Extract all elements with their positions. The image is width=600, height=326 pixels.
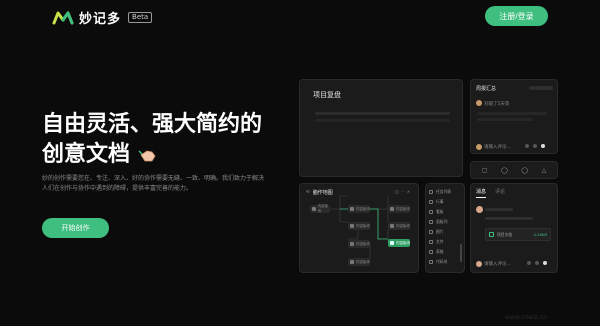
placeholder-line [477,112,547,115]
project-review-title: 项目复盘 [313,91,341,99]
scrollbar[interactable] [460,244,462,262]
toolbar-strip: ▢ ◯ ◯ △ [470,161,558,179]
messages-card[interactable]: 消息 评论 项目文档 4.28KB 请输入评论... [470,183,558,273]
image-icon [429,230,433,234]
placeholder-line [315,112,450,115]
clock-icon[interactable]: ◯ [501,167,508,174]
send-icon[interactable] [543,261,547,265]
watermark: www.cnwiz.cn [505,314,547,321]
user-icon[interactable]: ◯ [521,167,528,174]
menu-item-image[interactable]: 图片 [429,227,461,237]
avatar [476,100,482,106]
menu-item-table[interactable]: 表格 [429,247,461,257]
pointing-hand-icon [138,150,156,162]
attachment-size: 4.28KB [533,232,547,237]
menu-item-panel[interactable]: 面板列 [429,217,461,227]
menu-item-code[interactable]: 代码块 [429,257,461,267]
comment-input[interactable]: 请输入评论... [484,144,520,150]
mind-map-node[interactable]: 内容板块 [348,205,370,213]
mind-map-node[interactable]: 内容板块 [348,222,370,230]
board-icon [429,210,433,214]
tab-comments[interactable]: 评论 [495,188,505,198]
menu-item-file[interactable]: 文件 [429,237,461,247]
attach-icon[interactable] [533,144,537,148]
placeholder-line [477,118,533,121]
placeholder-line [315,119,450,122]
chat-icon[interactable]: ▢ [482,167,488,174]
mind-map-card[interactable]: ⟲ 脑作地图 ◫ ⋯ × 内容板块 内容板块 内容板块 内容板块 内容板块 内容… [299,183,419,273]
weekly-summary-title: 周报汇总 [476,86,497,92]
login-button[interactable]: 注册/登录 [485,6,548,26]
beta-badge: Beta [128,12,153,23]
menu-item-schedule[interactable]: 行事 [429,197,461,207]
table-icon [429,250,433,254]
comment-input[interactable]: 请输入评论... [484,261,511,267]
hero-title: 自由灵活、强大简约的 创意文档 [42,110,262,170]
author-label: 刘丽了5天等 [484,102,510,107]
mind-map-node-active[interactable]: 内容板块 [388,239,410,247]
weekly-summary-card[interactable]: 周报汇总 刘丽了5天等 请输入评论... [470,79,558,154]
file-icon [429,240,433,244]
logo[interactable]: 妙记多 Beta [52,8,153,27]
hero-title-line1: 自由灵活、强大简约的 [42,112,263,137]
mind-map-node[interactable]: 内容板块 [388,205,410,213]
task-list-icon [429,190,433,194]
panel-icon [429,220,433,224]
send-icon[interactable] [541,144,545,148]
tab-messages[interactable]: 消息 [476,188,487,198]
insert-menu: 任务列表 行事 看板 面板列 图片 文件 表格 代码块 [425,183,465,273]
code-icon [429,260,433,264]
avatar [476,206,483,213]
placeholder-line [485,217,533,220]
file-icon [489,232,494,237]
attachment-card[interactable]: 项目文档 4.28KB [485,228,551,241]
schedule-icon [429,200,433,204]
avatar [476,261,482,267]
mind-map-node[interactable]: 内容板块 [388,222,410,230]
placeholder-line [485,208,513,211]
mind-map-node[interactable]: 内容板块 [310,204,330,213]
mind-map-node[interactable]: 内容板块 [348,258,370,266]
attachment-name: 项目文档 [497,231,513,237]
at-icon[interactable] [527,261,531,265]
menu-item-board[interactable]: 看板 [429,207,461,217]
logo-mark-icon [52,11,74,24]
hero-description: 妙的创作需要您在、专注、深入、好的协作需要无缝、一致、明确。我们致力于解决人们在… [42,175,265,192]
options-pill[interactable] [529,86,553,90]
mind-map-node[interactable]: 内容板块 [348,240,370,248]
bell-icon[interactable]: △ [542,167,547,174]
at-icon[interactable] [525,144,529,148]
project-review-card[interactable]: 项目复盘 [299,79,463,177]
attach-icon[interactable] [535,261,539,265]
menu-item-task-list[interactable]: 任务列表 [429,187,461,197]
logo-text: 妙记多 [79,12,122,27]
hero-title-line2: 创意文档 [42,140,131,170]
avatar [476,144,482,150]
start-creating-button[interactable]: 开始创作 [42,218,109,238]
